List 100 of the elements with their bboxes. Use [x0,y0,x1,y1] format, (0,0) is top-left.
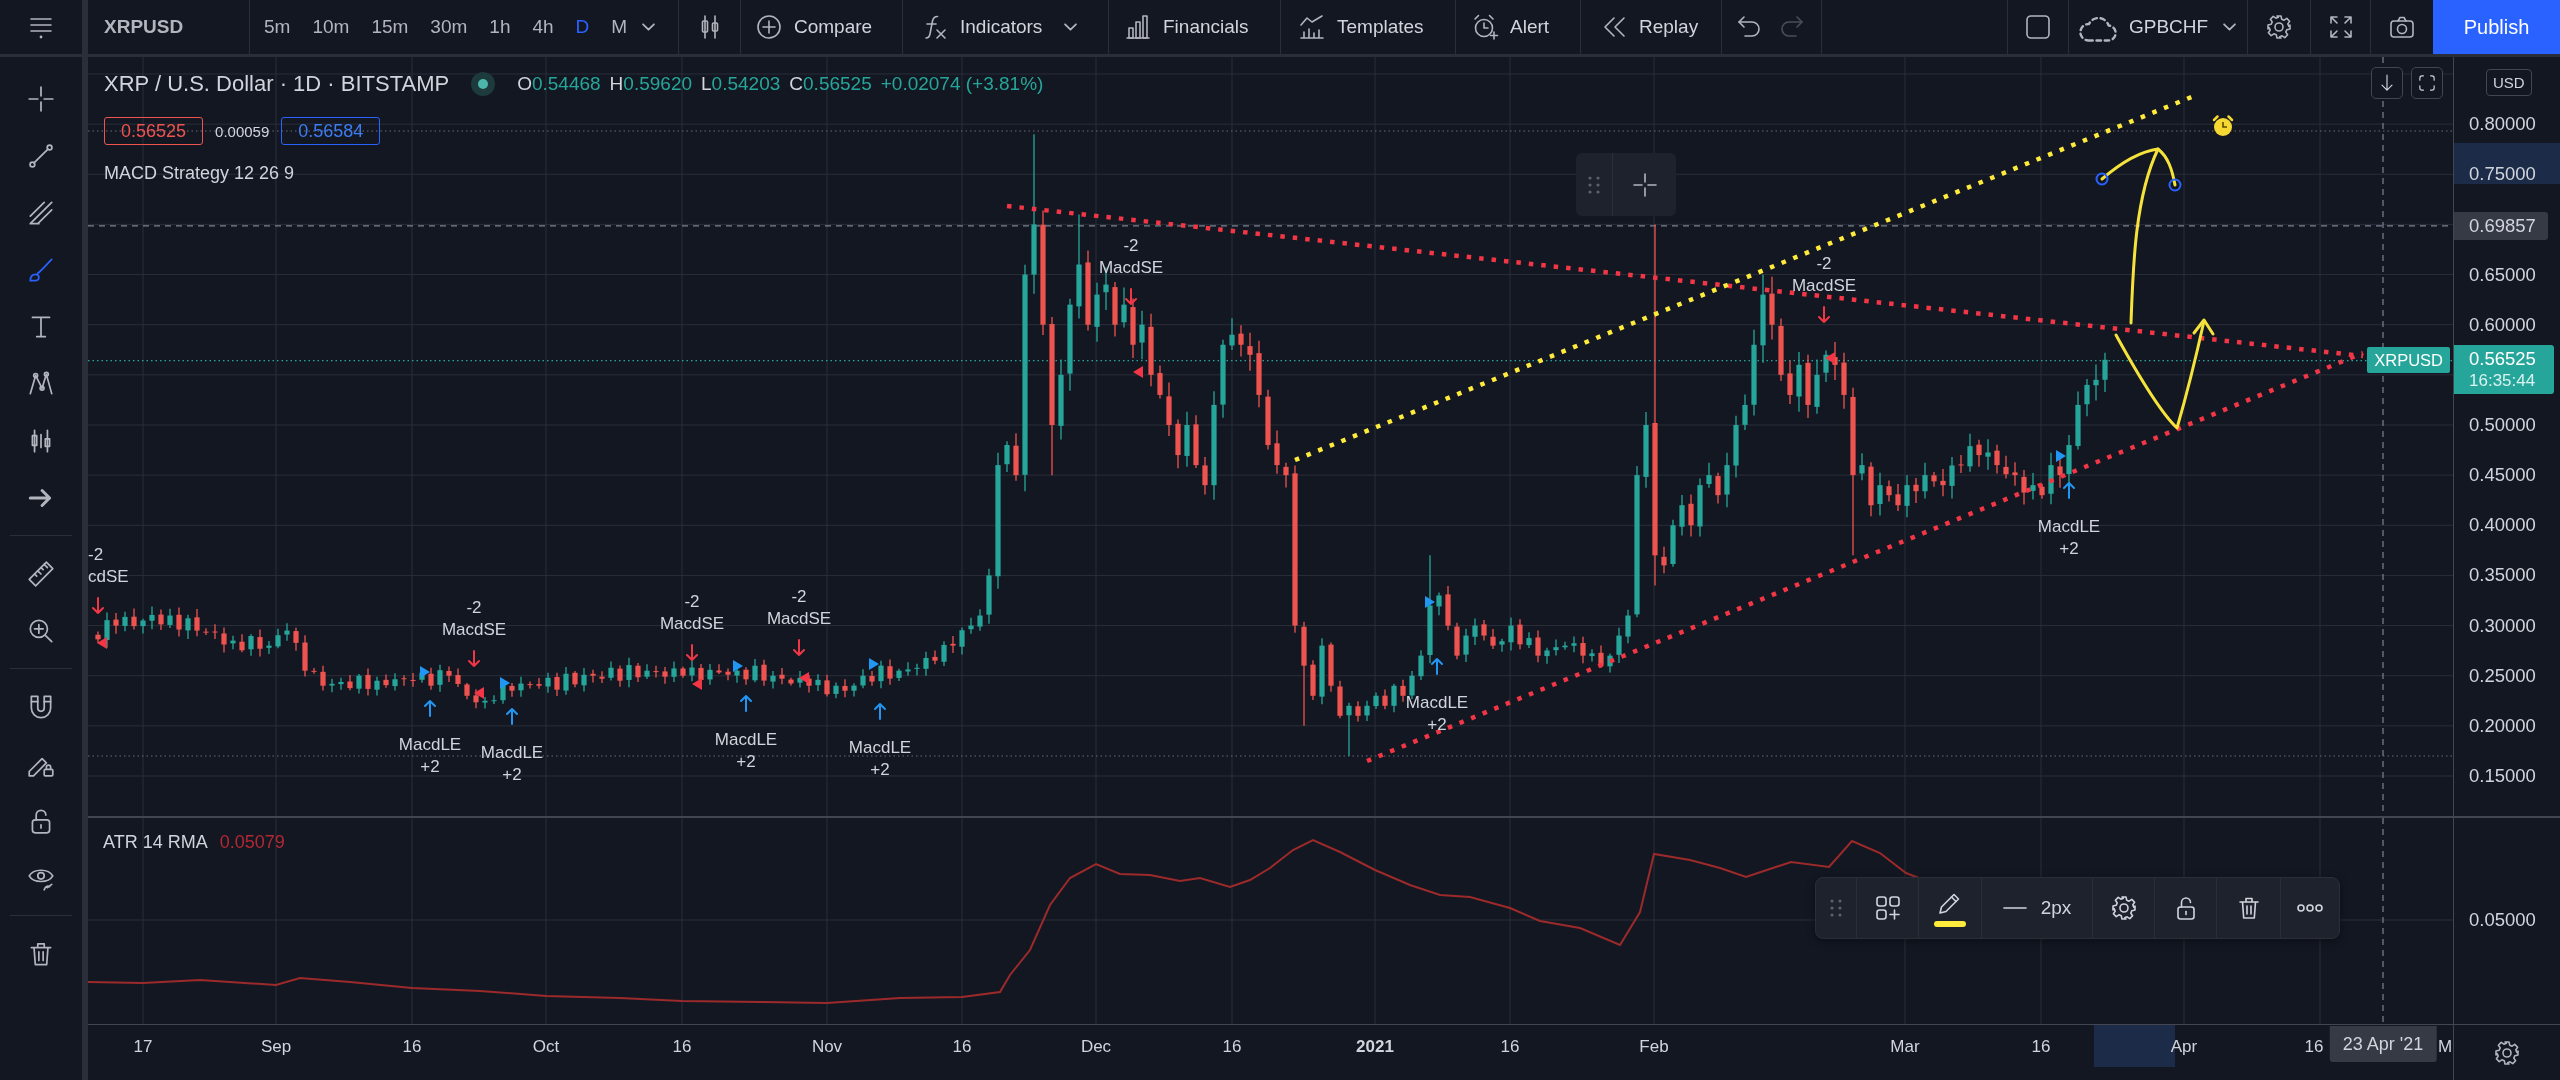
drag-handle-icon[interactable] [1588,175,1600,194]
symbol-title: XRP / U.S. Dollar · 1D · BITSTAMP [104,71,450,97]
square-icon[interactable] [2024,13,2052,41]
drawing-handle[interactable] [2168,178,2182,192]
date-label: 2021 [1356,1037,1394,1057]
price-label: 0.05000 [2469,909,2536,931]
price-label: 0.35000 [2469,564,2536,587]
signal-label: MacdSE [659,614,725,632]
alert-button[interactable]: Alert [1471,0,1550,54]
triangle-marker-icon [1425,596,1435,608]
settings-icon[interactable] [2265,13,2293,41]
arrow-down-icon [686,644,698,662]
arrow-up-icon [2063,481,2075,499]
trend-line[interactable] [1366,350,2364,764]
chevron-down-icon[interactable] [642,23,656,31]
settings-icon[interactable] [2493,1038,2521,1067]
date-label: Mar [1890,1037,1920,1057]
financials-button[interactable]: Financials [1124,0,1249,54]
spread-value: 0.00059 [215,122,270,140]
signal-label: MacdSE [766,609,832,627]
date-label: 16 [1222,1037,1242,1057]
drawing-handle[interactable] [2095,172,2109,186]
publish-button[interactable]: Publish [2433,0,2560,54]
compare-button[interactable]: Compare [755,0,873,54]
drag-handle-icon[interactable] [1830,899,1842,917]
interval-button[interactable]: D [564,0,601,54]
plus-circle-icon [755,13,783,41]
color-swatch-icon[interactable] [1934,921,1966,927]
date-label: Apr [2170,1037,2198,1057]
signal-quantity: -2 [88,545,104,563]
signal-quantity: -2 [466,598,482,616]
ohlc-value: C0.56525 [789,73,872,95]
date-label: 16 [1500,1037,1520,1057]
price-label: 0.30000 [2469,614,2536,637]
crosshair-icon[interactable] [1631,170,1659,199]
layout-button[interactable]: GPBCHF [2078,0,2237,54]
chevron-down-icon[interactable] [1064,23,1078,31]
triangle-marker-icon [500,677,510,689]
date-label: 16 [2031,1037,2051,1057]
date-label: Feb [1639,1037,1669,1057]
signal-quantity: +2 [736,752,756,770]
interval-button[interactable]: 1h [478,0,522,54]
symbol-search-button[interactable]: XRPUSD [104,16,184,38]
triangle-marker-icon [420,666,430,678]
brush-arrow[interactable] [2114,318,2215,430]
signal-quantity: -2 [791,587,807,605]
currency-button[interactable]: USD [2486,69,2532,96]
crosshair-icon[interactable] [26,83,56,114]
indicator-value: 0.05079 [219,832,285,853]
settings-icon[interactable] [2109,894,2138,922]
triangle-marker-icon [2056,450,2066,462]
date-label: 16 [2304,1037,2324,1057]
replay-button[interactable]: Replay [1600,0,1699,54]
arrow-down-icon [1125,288,1137,306]
triangle-marker-icon [474,687,484,699]
interval-button[interactable]: 4h [521,0,565,54]
ruler-icon[interactable] [26,558,56,589]
price-label: 0.40000 [2469,514,2536,537]
signal-label: MacdLE [848,738,912,756]
scroll-down-button[interactable] [2371,67,2403,99]
indicators-button[interactable]: Indicators [921,0,1043,54]
signal-label: cdSE [88,567,129,585]
date-label: M [2437,1037,2453,1057]
triangle-marker-icon [97,637,107,649]
triangle-marker-icon [1825,352,1835,364]
date-label: 16 [402,1037,422,1057]
signal-quantity: +2 [1427,715,1447,733]
interval-button[interactable]: 15m [360,0,420,54]
alarm-clock-icon[interactable] [2212,115,2234,136]
date-label: Dec [1080,1037,1112,1057]
date-label: Nov [811,1037,843,1057]
symbol-tag: XRPUSD [2367,347,2450,373]
triangle-marker-icon [799,672,809,684]
signal-quantity: +2 [870,760,890,778]
signal-quantity: -2 [1816,254,1832,272]
signal-quantity: -2 [684,592,700,610]
auto-scale-button[interactable] [2411,67,2443,99]
date-label: 17 [133,1037,153,1057]
templates-button[interactable]: Templates [1298,0,1424,54]
sell-button[interactable]: 0.56525 [104,117,204,145]
line-width-button[interactable]: 2px [2002,897,2072,919]
ohlc-value: H0.59620 [609,73,693,95]
ohlc-value: O0.54468 [517,73,601,95]
signal-label: MacdSE [441,620,507,638]
grid-plus-icon[interactable] [1873,894,1902,922]
trend-line[interactable] [1006,203,2364,359]
buy-button[interactable]: 0.56584 [281,117,381,145]
chevron-down-icon [2223,23,2237,31]
last-price: 0.56525 [2469,348,2537,370]
price-change: +0.02074 (+3.81%) [880,73,1044,95]
interval-button[interactable]: M [600,0,639,54]
interval-button[interactable]: 5m [253,0,302,54]
interval-button[interactable]: 30m [419,0,479,54]
more-icon[interactable] [2297,904,2323,912]
signal-label: MacdLE [398,735,462,753]
brush-stroke[interactable] [2100,147,2177,187]
arrow-up-icon [424,699,436,717]
indicator-title: ATR 14 RMA [103,832,208,853]
signal-label: MacdLE [1405,693,1469,711]
interval-button[interactable]: 10m [301,0,361,54]
